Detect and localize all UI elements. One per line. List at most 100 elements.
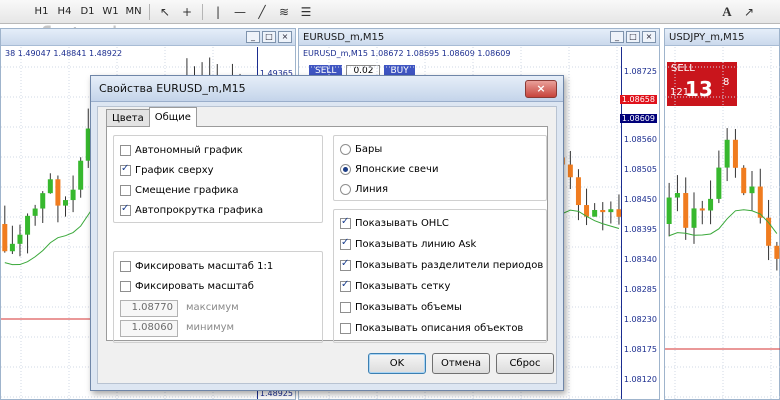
checkbox-icon[interactable]: [340, 216, 351, 229]
price-label: 1.08450: [623, 195, 657, 204]
channel-icon[interactable]: ≋: [273, 3, 295, 21]
close-icon[interactable]: ×: [525, 80, 557, 98]
option-fix-scale-1-1[interactable]: Фиксировать масштаб 1:1: [120, 258, 273, 274]
candle-body: [55, 179, 61, 206]
horizontal-line-icon[interactable]: —: [229, 3, 251, 21]
option-show-period-separators[interactable]: Показывать разделители периодов: [340, 257, 543, 273]
scale-max-label: максимум: [186, 302, 239, 313]
scale-min-label: минимум: [186, 322, 235, 333]
checkbox-icon[interactable]: [120, 163, 131, 176]
trendline-icon[interactable]: ╱: [251, 3, 273, 21]
checkbox-icon[interactable]: [120, 260, 131, 272]
checkbox-icon[interactable]: [340, 322, 351, 334]
display-options-group: Автономный график График сверху Смещение…: [113, 135, 323, 223]
toolbar-separator: [202, 3, 203, 20]
dialog-titlebar: Свойства EURUSD_m,M15 ×: [91, 76, 563, 102]
toolbar: H1 H4 D1 W1 MN ↖ + | — ╱ ≋ ☰ A ↗: [0, 0, 780, 24]
tab-colors[interactable]: Цвета: [106, 109, 150, 127]
radio-icon[interactable]: [340, 163, 351, 175]
candle-body: [674, 193, 680, 198]
checkbox-icon[interactable]: [340, 258, 351, 271]
candle-body: [608, 209, 614, 213]
fibo-icon[interactable]: ☰: [295, 3, 317, 21]
candle-body: [32, 208, 38, 216]
price-label: 1.08120: [623, 375, 657, 384]
option-show-grid[interactable]: Показывать сетку: [340, 278, 450, 294]
checkbox-icon[interactable]: [340, 237, 351, 250]
price-label: 1.08560: [623, 135, 657, 144]
checkbox-icon[interactable]: [120, 144, 131, 156]
radio-icon[interactable]: [340, 183, 351, 195]
minimize-icon[interactable]: _: [610, 31, 624, 43]
option-chart-shift[interactable]: Смещение графика: [120, 182, 239, 198]
candle-body: [567, 164, 573, 178]
radio-candles[interactable]: Японские свечи: [340, 161, 438, 177]
scale-min-input[interactable]: 1.08060: [120, 320, 178, 337]
price-label: 1.08285: [623, 285, 657, 294]
option-show-object-descriptions[interactable]: Показывать описания объектов: [340, 320, 523, 336]
timeframe-h4[interactable]: H4: [53, 3, 76, 21]
scale-max-input[interactable]: 1.08770: [120, 300, 178, 317]
dialog-title: Свойства EURUSD_m,M15: [99, 82, 246, 95]
checkbox-icon[interactable]: [120, 184, 131, 196]
price-label: 1.08609: [619, 114, 657, 123]
option-show-ask-line[interactable]: Показывать линию Ask: [340, 236, 476, 252]
chart-area[interactable]: SELL 121 13 8: [665, 47, 780, 400]
timeframe-h1[interactable]: H1: [30, 3, 53, 21]
price-label: 1.08175: [623, 345, 657, 354]
maximize-icon[interactable]: □: [262, 31, 276, 43]
reset-button[interactable]: Сброс: [496, 353, 554, 374]
minimize-icon[interactable]: _: [246, 31, 260, 43]
cancel-button[interactable]: Отмена: [432, 353, 490, 374]
candle-body: [78, 160, 84, 190]
checkbox-icon[interactable]: [120, 280, 131, 292]
window-titlebar: USDJPY_m,M15: [665, 29, 779, 46]
radio-icon[interactable]: [340, 143, 351, 155]
checkbox-icon[interactable]: [120, 203, 131, 216]
scale-options-group: Фиксировать масштаб 1:1 Фиксировать масш…: [113, 251, 323, 343]
window-title: USDJPY_m,M15: [669, 31, 745, 43]
tab-page-general: Автономный график График сверху Смещение…: [106, 126, 548, 343]
candle-body: [716, 167, 722, 199]
option-autoscroll[interactable]: Автопрокрутка графика: [120, 202, 263, 218]
price-label: 1.08505: [623, 165, 657, 174]
checkbox-icon[interactable]: [340, 301, 351, 313]
properties-dialog: Свойства EURUSD_m,M15 × Цвета Общие Авто…: [90, 75, 564, 391]
timeframe-w1[interactable]: W1: [99, 3, 122, 21]
cursor-icon[interactable]: ↖: [154, 3, 176, 21]
candle-body: [40, 193, 46, 209]
text-icon[interactable]: A: [716, 3, 738, 21]
tab-strip: Цвета Общие: [106, 107, 197, 127]
timeframe-mn[interactable]: MN: [122, 3, 145, 21]
candle-body: [47, 179, 53, 194]
price-label: 1.08340: [623, 255, 657, 264]
option-chart-on-top[interactable]: График сверху: [120, 162, 214, 178]
candle-body: [732, 139, 738, 168]
candle-body: [2, 224, 8, 252]
option-fix-scale[interactable]: Фиксировать масштаб: [120, 278, 254, 294]
maximize-icon[interactable]: □: [626, 31, 640, 43]
crosshair-icon[interactable]: +: [176, 3, 198, 21]
window-titlebar: _ □ ×: [1, 29, 295, 46]
option-show-ohlc[interactable]: Показывать OHLC: [340, 215, 449, 231]
ok-button[interactable]: OK: [368, 353, 426, 374]
radio-bars[interactable]: Бары: [340, 141, 382, 157]
candle-body: [708, 198, 714, 211]
candle-body: [691, 208, 697, 228]
candle-body: [666, 197, 672, 224]
price-label: 1.08725: [623, 67, 657, 76]
candle-body: [575, 177, 581, 206]
candle-body: [699, 208, 705, 211]
checkbox-icon[interactable]: [340, 279, 351, 292]
option-show-volumes[interactable]: Показывать объемы: [340, 299, 462, 315]
candle-body: [749, 186, 755, 194]
close-icon[interactable]: ×: [278, 31, 292, 43]
radio-line[interactable]: Линия: [340, 181, 388, 197]
option-offline-chart[interactable]: Автономный график: [120, 142, 243, 158]
arrow-icon[interactable]: ↗: [738, 3, 760, 21]
close-icon[interactable]: ×: [642, 31, 656, 43]
vertical-line-icon[interactable]: |: [207, 3, 229, 21]
tab-general[interactable]: Общие: [148, 107, 197, 127]
timeframe-d1[interactable]: D1: [76, 3, 99, 21]
candle-body: [25, 215, 31, 235]
